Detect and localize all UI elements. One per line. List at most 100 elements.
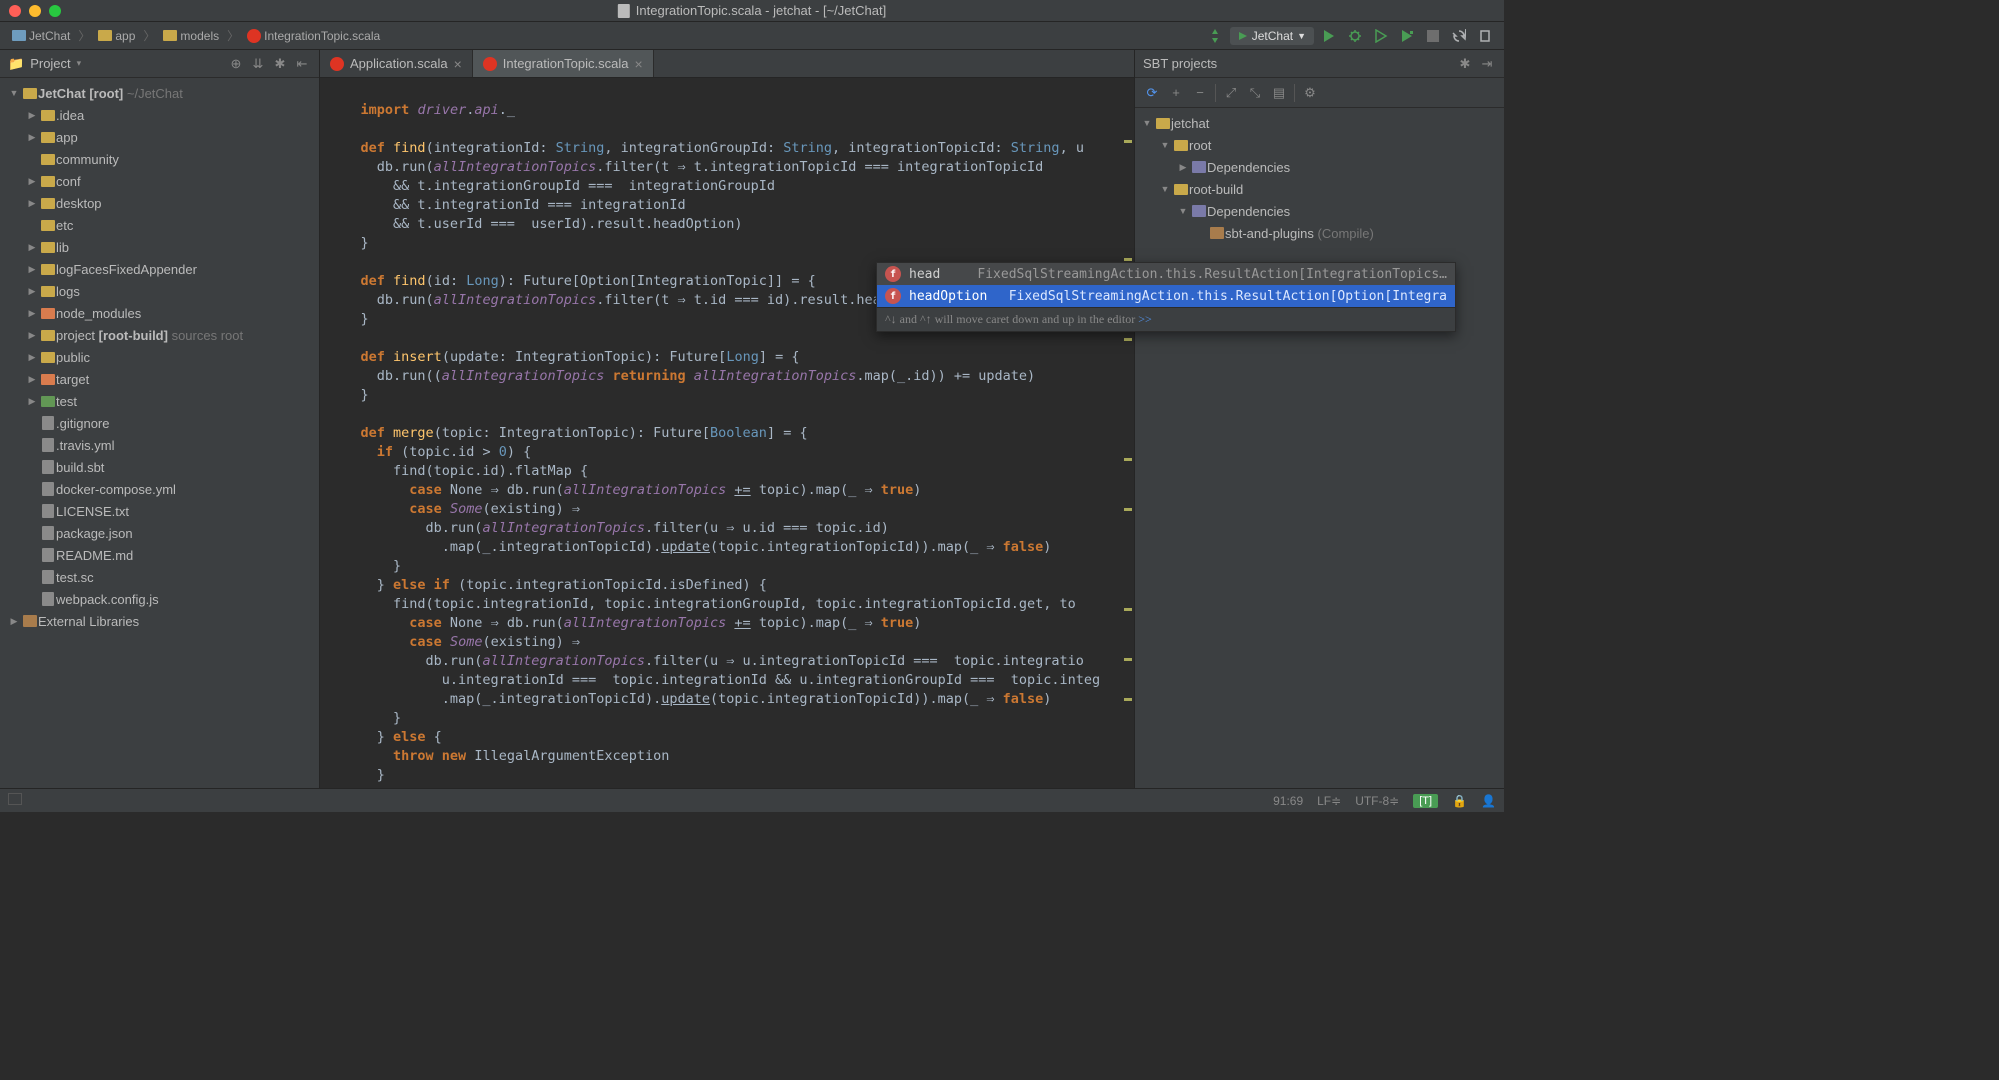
collapse-icon[interactable]: ⇊ <box>249 55 267 73</box>
tree-row[interactable]: etc <box>0 214 319 236</box>
tree-arrow-icon[interactable]: ▶ <box>24 286 40 297</box>
tree-row[interactable]: ▶app <box>0 126 319 148</box>
completion-item-selected[interactable]: f headOption FixedSqlStreamingAction.thi… <box>877 285 1455 307</box>
tree-arrow-icon[interactable]: ▶ <box>24 308 40 319</box>
tree-arrow-icon[interactable]: ▶ <box>24 198 40 209</box>
tree-arrow-icon[interactable]: ▶ <box>24 132 40 143</box>
lock-icon[interactable]: 🔒 <box>1452 794 1467 808</box>
tree-arrow-icon[interactable]: ▶ <box>24 396 40 407</box>
profile-button[interactable] <box>1396 25 1418 47</box>
chevron-right-icon[interactable]: ▶ <box>6 616 22 627</box>
show-dep-icon[interactable]: ▤ <box>1270 84 1288 102</box>
tree-arrow-icon[interactable]: ▶ <box>24 110 40 121</box>
sbt-tree-row[interactable]: ▶Dependencies <box>1135 156 1504 178</box>
settings-icon[interactable]: ⚙ <box>1301 84 1319 102</box>
collapse-all-icon[interactable]: ⤡ <box>1246 84 1264 102</box>
tree-arrow-icon[interactable]: ▶ <box>1175 162 1191 173</box>
run-config-selector[interactable]: JetChat ▼ <box>1230 27 1314 45</box>
breadcrumb-item-file[interactable]: IntegrationTopic.scala <box>243 27 384 45</box>
tree-row[interactable]: LICENSE.txt <box>0 500 319 522</box>
tree-row[interactable]: .travis.yml <box>0 434 319 456</box>
chevron-down-icon[interactable]: ▾ <box>77 58 82 69</box>
tree-arrow-icon[interactable]: ▶ <box>24 330 40 341</box>
target-icon[interactable]: ⊕ <box>227 55 245 73</box>
remove-icon[interactable]: − <box>1191 84 1209 102</box>
memory-indicator[interactable] <box>8 793 22 805</box>
build-button[interactable] <box>1204 25 1226 47</box>
tree-arrow-icon[interactable]: ▶ <box>24 242 40 253</box>
tree-arrow-icon[interactable]: ▶ <box>24 264 40 275</box>
tree-arrow-icon[interactable]: ▼ <box>1157 184 1173 194</box>
sbt-tree-row[interactable]: ▼root <box>1135 134 1504 156</box>
chevron-down-icon[interactable]: ▼ <box>1139 118 1155 128</box>
stop-button[interactable] <box>1422 25 1444 47</box>
tree-row[interactable]: ▶lib <box>0 236 319 258</box>
breadcrumb-item-root[interactable]: JetChat <box>8 27 74 45</box>
editor-tab[interactable]: IntegrationTopic.scala× <box>473 50 654 77</box>
tree-row[interactable]: ▶.idea <box>0 104 319 126</box>
editor-tab[interactable]: Application.scala× <box>320 50 473 77</box>
run-button[interactable] <box>1318 25 1340 47</box>
sbt-tree-row[interactable]: sbt-and-plugins (Compile) <box>1135 222 1504 244</box>
gear-icon[interactable]: ✱ <box>1456 55 1474 73</box>
tree-row[interactable]: build.sbt <box>0 456 319 478</box>
tree-arrow-icon[interactable]: ▶ <box>24 352 40 363</box>
close-icon[interactable]: × <box>454 56 462 72</box>
tree-arrow-icon[interactable]: ▼ <box>1157 140 1173 150</box>
sbt-root[interactable]: ▼ jetchat <box>1135 112 1504 134</box>
hide-icon[interactable]: ⇤ <box>293 55 311 73</box>
sbt-tree-row[interactable]: ▼Dependencies <box>1135 200 1504 222</box>
tree-row[interactable]: .gitignore <box>0 412 319 434</box>
close-window-button[interactable] <box>9 5 21 17</box>
tree-root[interactable]: ▼ JetChat [root] ~/JetChat <box>0 82 319 104</box>
git-branch-indicator[interactable]: [T] <box>1413 794 1438 808</box>
expand-all-icon[interactable]: ⤢ <box>1222 84 1240 102</box>
chevron-down-icon[interactable]: ▼ <box>6 88 22 98</box>
tree-row[interactable]: ▶desktop <box>0 192 319 214</box>
completion-hint-link[interactable]: >> <box>1138 312 1152 326</box>
tree-row[interactable]: package.json <box>0 522 319 544</box>
add-icon[interactable]: + <box>1167 84 1185 102</box>
refresh-icon[interactable]: ⟳ <box>1143 84 1161 102</box>
code-editor[interactable]: import driver.api._ def find(integration… <box>320 78 1134 788</box>
tree-arrow-icon[interactable]: ▶ <box>24 374 40 385</box>
project-tree[interactable]: ▼ JetChat [root] ~/JetChat ▶.idea▶appcom… <box>0 78 319 788</box>
tree-row[interactable]: docker-compose.yml <box>0 478 319 500</box>
settings-button[interactable] <box>1474 25 1496 47</box>
tree-row[interactable]: community <box>0 148 319 170</box>
gear-icon[interactable]: ✱ <box>271 55 289 73</box>
tree-row[interactable]: ▶logFacesFixedAppender <box>0 258 319 280</box>
sbt-tree[interactable]: ▼ jetchat ▼root▶Dependencies▼root-build▼… <box>1135 108 1504 788</box>
coverage-button[interactable] <box>1370 25 1392 47</box>
breadcrumb-item-app[interactable]: app <box>94 27 139 45</box>
tree-arrow-icon[interactable]: ▶ <box>24 176 40 187</box>
sync-button[interactable] <box>1448 25 1470 47</box>
code-completion-popup[interactable]: f head FixedSqlStreamingAction.this.Resu… <box>876 262 1456 332</box>
line-separator-indicator[interactable]: LF≑ <box>1317 794 1341 808</box>
tree-external-libs[interactable]: ▶ External Libraries <box>0 610 319 632</box>
tree-arrow-icon[interactable]: ▼ <box>1175 206 1191 216</box>
tree-row[interactable]: ▶project [root-build] sources root <box>0 324 319 346</box>
inspector-icon[interactable]: 👤 <box>1481 794 1496 808</box>
encoding-indicator[interactable]: UTF-8≑ <box>1355 794 1399 808</box>
sbt-tree-row[interactable]: ▼root-build <box>1135 178 1504 200</box>
tree-row[interactable]: ▶target <box>0 368 319 390</box>
completion-item[interactable]: f head FixedSqlStreamingAction.this.Resu… <box>877 263 1455 285</box>
zoom-window-button[interactable] <box>49 5 61 17</box>
tree-row[interactable]: ▶conf <box>0 170 319 192</box>
tree-row[interactable]: test.sc <box>0 566 319 588</box>
tree-row[interactable]: ▶node_modules <box>0 302 319 324</box>
debug-button[interactable] <box>1344 25 1366 47</box>
tree-row[interactable]: ▶logs <box>0 280 319 302</box>
tree-row[interactable]: ▶test <box>0 390 319 412</box>
tree-node-icon <box>1209 227 1225 239</box>
minimize-window-button[interactable] <box>29 5 41 17</box>
tree-row[interactable]: README.md <box>0 544 319 566</box>
breadcrumb-item-models[interactable]: models <box>159 27 223 45</box>
close-icon[interactable]: × <box>635 56 643 72</box>
tree-row[interactable]: ▶public <box>0 346 319 368</box>
editor-marker-bar[interactable] <box>1120 78 1134 788</box>
tree-row[interactable]: webpack.config.js <box>0 588 319 610</box>
goto-line-indicator[interactable]: 91:69 <box>1273 794 1303 808</box>
hide-icon[interactable]: ⇥ <box>1478 55 1496 73</box>
